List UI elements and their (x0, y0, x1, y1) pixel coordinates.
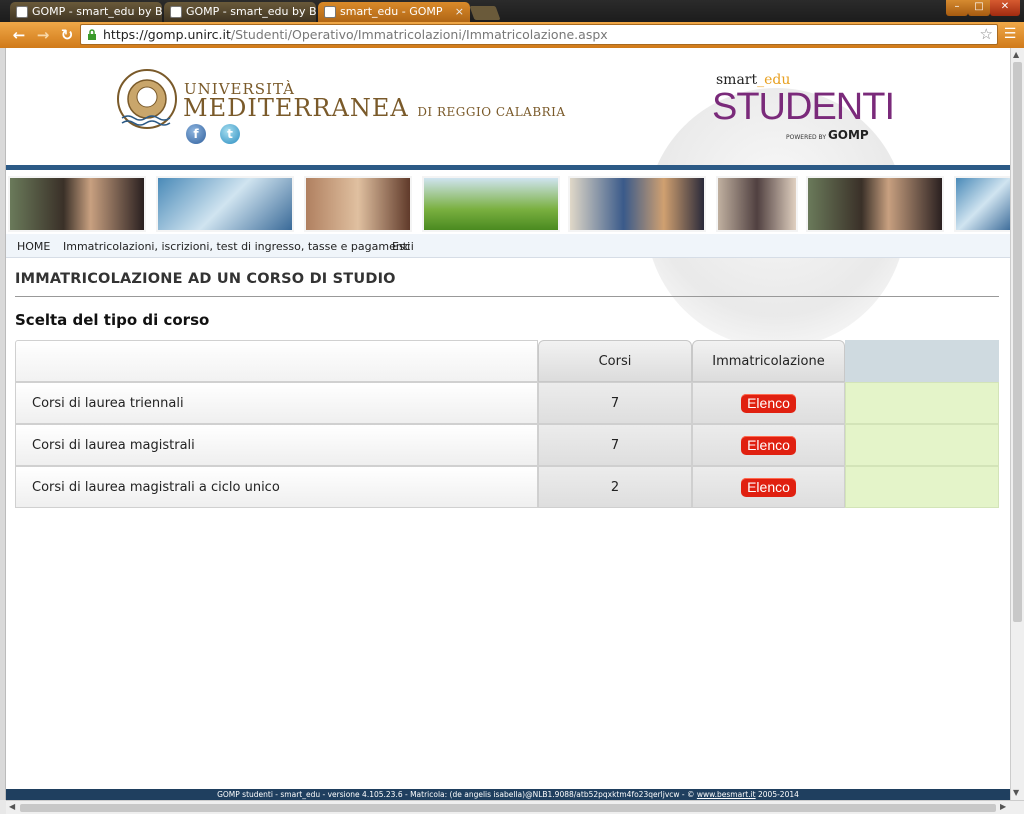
page-footer: GOMP studenti - smart_edu - versione 4.1… (6, 789, 1010, 800)
scroll-right-arrow-icon[interactable]: ▶ (1000, 802, 1006, 811)
elenco-button[interactable]: Elenco (741, 394, 796, 413)
facebook-icon[interactable]: f (186, 124, 206, 144)
scroll-left-arrow-icon[interactable]: ◀ (9, 802, 15, 811)
footer-link[interactable]: www.besmart.it (697, 790, 756, 799)
banner-photo (304, 176, 412, 232)
browser-titlebar: GOMP - smart_edu by Be GOMP - smart_edu … (0, 0, 1024, 22)
footer-text: GOMP studenti - smart_edu - versione 4.1… (217, 790, 695, 799)
banner-photo (156, 176, 294, 232)
row-label: Corsi di laurea magistrali (15, 424, 538, 466)
row-course-count: 7 (538, 382, 692, 424)
site-header: UNIVERSITÀ MEDITERRANEA DI REGGIO CALABR… (6, 48, 1010, 348)
banner-photo (806, 176, 944, 232)
title-divider (15, 296, 999, 297)
bookmark-star-icon[interactable]: ☆ (980, 25, 993, 44)
browser-menu-icon[interactable]: ☰ (1002, 26, 1018, 42)
university-seal-icon (117, 69, 177, 129)
banner-photo (716, 176, 798, 232)
university-name-main: MEDITERRANEA (183, 94, 409, 122)
row-action-cell: Elenco (692, 466, 845, 508)
reload-icon[interactable]: ↻ (58, 26, 76, 44)
tab-title: GOMP - smart_edu by Be (186, 5, 316, 18)
column-header-corsi: Corsi (538, 340, 692, 382)
table-header-blank (15, 340, 538, 382)
row-action-cell: Elenco (692, 382, 845, 424)
forward-arrow-icon[interactable]: → (34, 26, 52, 44)
row-fill (845, 382, 999, 424)
table-header-fill (845, 340, 999, 382)
footer-years: 2005-2014 (758, 790, 799, 799)
tab-title: GOMP - smart_edu by Be (32, 5, 162, 18)
nav-esci[interactable]: Esci (392, 240, 414, 253)
column-header-immatricolazione: Immatricolazione (692, 340, 845, 382)
page-favicon-icon (170, 6, 182, 18)
row-label: Corsi di laurea triennali (15, 382, 538, 424)
vertical-scroll-thumb[interactable] (1013, 62, 1022, 622)
banner-photo (954, 176, 1010, 232)
close-window-button[interactable]: ✕ (990, 0, 1020, 16)
twitter-icon[interactable]: t (220, 124, 240, 144)
row-label: Corsi di laurea magistrali a ciclo unico (15, 466, 538, 508)
page-favicon-icon (16, 6, 28, 18)
row-action-cell: Elenco (692, 424, 845, 466)
university-name-line2: MEDITERRANEA DI REGGIO CALABRIA (183, 94, 566, 122)
course-type-table: Corsi Immatricolazione Corsi di laurea t… (15, 340, 999, 510)
horizontal-scroll-thumb[interactable] (20, 804, 996, 812)
main-navigation: HOME Immatricolazioni, iscrizioni, test … (6, 234, 1010, 258)
close-tab-icon[interactable]: × (455, 5, 464, 18)
photo-banner (6, 170, 1010, 234)
elenco-button[interactable]: Elenco (741, 436, 796, 455)
elenco-button[interactable]: Elenco (741, 478, 796, 497)
banner-photo (422, 176, 560, 232)
browser-toolbar: ← → ↻ https://gomp.unirc.it/Studenti/Ope… (0, 22, 1024, 48)
gomp-logo: GOMP (827, 128, 869, 142)
row-course-count: 7 (538, 424, 692, 466)
browser-tab-2[interactable]: GOMP - smart_edu by Be (164, 2, 316, 22)
row-course-count: 2 (538, 466, 692, 508)
powered-by-gomp: POWERED BY GOMP (786, 128, 869, 142)
tab-title: smart_edu - GOMP (340, 5, 443, 18)
lock-icon (88, 29, 96, 40)
page-viewport: UNIVERSITÀ MEDITERRANEA DI REGGIO CALABR… (6, 48, 1010, 800)
section-subtitle: Scelta del tipo di corso (15, 311, 210, 329)
banner-photo (8, 176, 146, 232)
nav-home[interactable]: HOME (17, 240, 50, 253)
browser-tab-active[interactable]: smart_edu - GOMP × (318, 2, 470, 22)
url-path: /Studenti/Operativo/Immatricolazioni/Imm… (230, 27, 608, 42)
new-tab-button[interactable] (469, 6, 501, 20)
row-fill (845, 466, 999, 508)
maximize-window-button[interactable]: □ (968, 0, 990, 16)
university-name-suffix: DI REGGIO CALABRIA (417, 105, 566, 119)
row-fill (845, 424, 999, 466)
powered-by-text: POWERED BY (786, 134, 827, 141)
scroll-down-arrow-icon[interactable]: ▼ (1013, 788, 1019, 797)
browser-tab-1[interactable]: GOMP - smart_edu by Be (10, 2, 162, 22)
url-host: https://gomp.unirc.it (103, 27, 231, 42)
address-bar[interactable]: https://gomp.unirc.it/Studenti/Operativo… (80, 24, 998, 45)
studenti-logo: STUDENTI (712, 86, 895, 128)
page-title: IMMATRICOLAZIONE AD UN CORSO DI STUDIO (15, 271, 396, 287)
back-arrow-icon[interactable]: ← (10, 26, 28, 44)
horizontal-scrollbar[interactable]: ◀ ▶ (6, 800, 1024, 814)
banner-photo (568, 176, 706, 232)
vertical-scrollbar[interactable]: ▲ ▼ (1010, 48, 1024, 800)
minimize-window-button[interactable]: – (946, 0, 968, 16)
scroll-up-arrow-icon[interactable]: ▲ (1013, 50, 1019, 59)
page-favicon-icon (324, 6, 336, 18)
nav-immatricolazioni[interactable]: Immatricolazioni, iscrizioni, test di in… (63, 240, 410, 253)
